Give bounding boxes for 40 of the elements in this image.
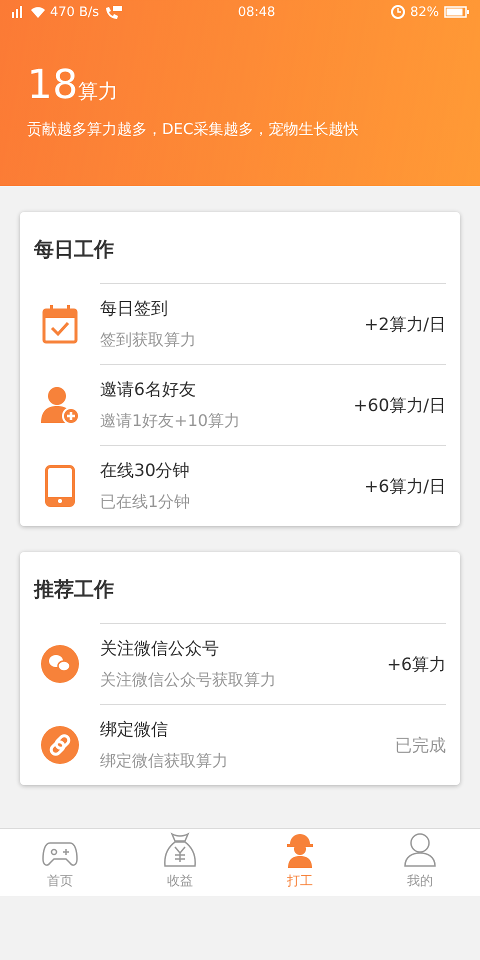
- money-bag-icon: [163, 832, 197, 868]
- battery-percent: 82%: [410, 4, 439, 20]
- task-title: 绑定微信: [100, 719, 169, 741]
- task-title: 每日签到: [100, 298, 169, 320]
- power-unit: 算力: [78, 78, 118, 105]
- wifi-icon: [31, 6, 45, 18]
- task-title: 邀请6名好友: [100, 379, 197, 401]
- task-reward: +2算力/日: [364, 314, 446, 336]
- section-title: 每日工作: [33, 236, 115, 263]
- add-person-icon: [39, 384, 81, 424]
- gamepad-icon: [42, 840, 78, 868]
- tab-item[interactable]: 收益: [120, 829, 240, 896]
- clock-time: 08:48: [236, 4, 276, 20]
- phone-icon: [45, 464, 75, 506]
- task-description: 邀请1好友+10算力: [100, 411, 241, 432]
- worker-icon: [285, 832, 315, 868]
- task-description: 绑定微信获取算力: [100, 751, 229, 772]
- hd-call-icon: [104, 6, 122, 18]
- task-reward: +60算力/日: [353, 394, 446, 416]
- task-reward: +6算力/日: [364, 476, 446, 498]
- task-title: 在线30分钟: [100, 460, 191, 482]
- task-description: 关注微信公众号获取算力: [100, 670, 277, 691]
- task-reward: 已完成: [395, 734, 446, 756]
- tab-item[interactable]: 首页: [0, 829, 120, 896]
- task-reward: +6算力: [386, 654, 446, 676]
- link-icon: [41, 726, 79, 764]
- slogan-text: 贡献越多算力越多，DEC采集越多，宠物生长越快: [26, 119, 360, 139]
- person-icon: [403, 832, 437, 868]
- task-title: 关注微信公众号: [100, 638, 220, 660]
- tab-item[interactable]: 我的: [360, 829, 480, 896]
- chat-bubbles-icon: [41, 644, 79, 682]
- calendar-check-icon: [42, 304, 78, 344]
- power-amount: 18: [27, 62, 78, 108]
- task-description: 签到获取算力: [100, 330, 197, 351]
- network-speed: 470 B/s: [50, 4, 100, 20]
- alarm-icon: [391, 5, 406, 19]
- tab-item[interactable]: 打工: [240, 829, 360, 896]
- section-title: 推荐工作: [32, 576, 115, 603]
- task-description: 已在线1分钟: [100, 492, 192, 513]
- battery-icon: [444, 6, 470, 18]
